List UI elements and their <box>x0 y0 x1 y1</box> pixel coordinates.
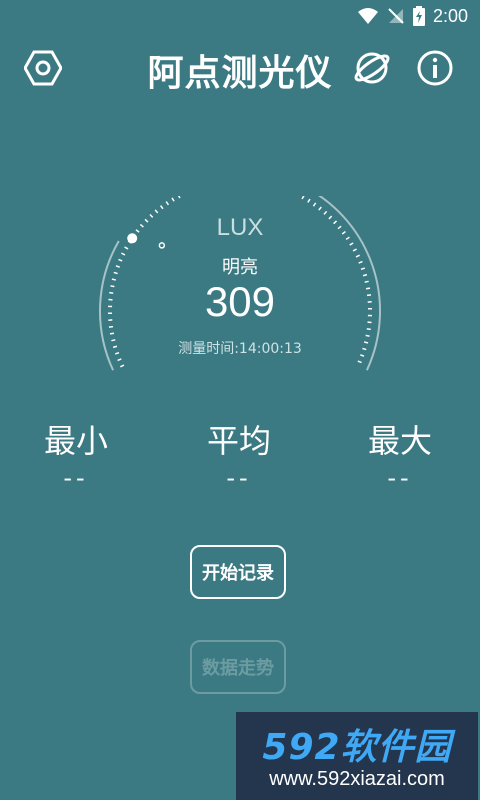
stat-max-label: 最大 <box>367 422 432 460</box>
stat-max-value: -- <box>387 464 413 492</box>
planet-icon <box>354 52 390 84</box>
watermark: 592软件园 www.592xiazai.com <box>236 712 478 800</box>
data-trend-button[interactable]: 数据走势 <box>190 640 286 694</box>
gauge-tick <box>352 248 357 252</box>
app-title: 阿点测光仪 <box>147 53 333 94</box>
gauge-tick <box>349 242 354 246</box>
gauge-tick <box>117 358 122 362</box>
unit-label: LUX <box>216 214 264 241</box>
gauge-tick <box>171 197 175 202</box>
gauge-tick <box>318 206 322 211</box>
gauge-tick <box>365 334 370 337</box>
stat-min-label: 最小 <box>43 422 108 460</box>
no-signal-icon <box>388 8 404 24</box>
settings-button[interactable] <box>23 48 63 88</box>
gauge-tick <box>301 196 305 200</box>
battery-icon <box>412 6 425 26</box>
stat-avg-value: -- <box>226 464 252 492</box>
wifi-icon <box>357 8 378 24</box>
gauge-pointer-dot <box>158 242 166 249</box>
gauge-tick <box>307 198 311 203</box>
stat-avg-label: 平均 <box>206 422 271 460</box>
measure-time: 测量时间:14:00:13 <box>178 341 302 357</box>
lux-value: 309 <box>204 278 276 325</box>
info-button[interactable] <box>415 48 455 88</box>
gauge-tick <box>109 332 115 335</box>
gauge-tick <box>120 364 125 368</box>
toolbar: 阿点测光仪 <box>0 42 480 96</box>
planet-button[interactable] <box>352 48 392 88</box>
gauge-tick <box>165 201 170 206</box>
stat-min-value: -- <box>63 464 89 492</box>
gauge-tick <box>124 246 129 250</box>
gauge-tick <box>154 209 159 214</box>
watermark-brand: 592软件园 <box>262 727 452 768</box>
start-record-button[interactable]: 开始记录 <box>190 545 286 599</box>
stat-min: 最小 -- <box>6 416 146 492</box>
brightness-level: 明亮 <box>222 257 258 278</box>
status-time: 2:00 <box>432 5 468 26</box>
gauge-tick <box>178 196 181 199</box>
stat-max: 最大 -- <box>330 416 470 492</box>
gauge-tick <box>159 205 164 210</box>
light-gauge: LUX 明亮 309 测量时间:14:00:13 <box>90 196 390 376</box>
stat-avg: 平均 -- <box>169 416 309 492</box>
status-bar: 2:00 <box>0 0 480 32</box>
watermark-url: www.592xiazai.com <box>269 768 445 790</box>
gauge-tick <box>357 360 362 364</box>
info-icon <box>417 50 453 86</box>
hexagon-settings-icon <box>24 50 62 86</box>
status-icons: 2:00 <box>357 4 468 28</box>
gauge-tick <box>312 202 317 207</box>
gauge-tick <box>366 328 371 331</box>
